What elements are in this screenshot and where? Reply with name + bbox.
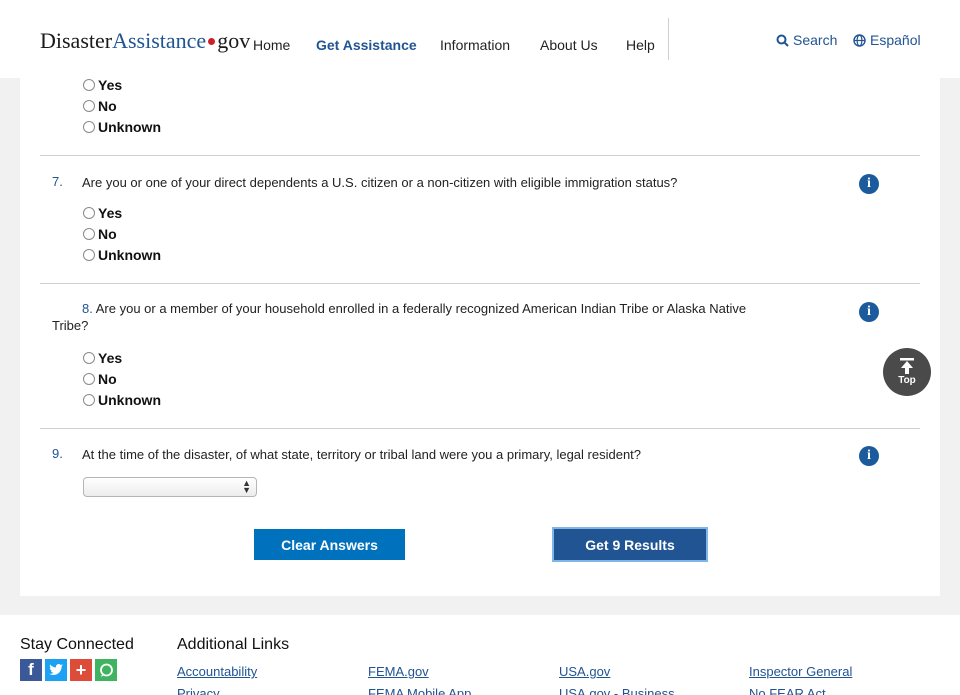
- radio-button[interactable]: [83, 228, 95, 240]
- radio-label: Unknown: [98, 247, 161, 263]
- footer-link-accountability[interactable]: Accountability: [177, 664, 257, 679]
- back-to-top-button[interactable]: Top: [883, 348, 931, 396]
- radio-button[interactable]: [83, 79, 95, 91]
- get-results-button[interactable]: Get 9 Results: [554, 529, 706, 560]
- chat-icon[interactable]: [95, 659, 117, 681]
- select-arrows-icon: ▲ ▼: [242, 478, 251, 495]
- q6-option-unknown[interactable]: Unknown: [83, 119, 161, 135]
- radio-label: No: [98, 371, 117, 387]
- nav-information[interactable]: Information: [440, 37, 510, 53]
- q8-number: 8.: [82, 301, 93, 316]
- q7-info-icon[interactable]: i: [859, 174, 879, 194]
- q6-option-yes[interactable]: Yes: [83, 77, 122, 93]
- footer-link-usa-gov[interactable]: USA.gov: [559, 664, 610, 679]
- site-header: DisasterAssistance gov Home Get Assistanc…: [0, 0, 960, 78]
- footer-link-fema[interactable]: FEMA.gov: [368, 664, 429, 679]
- nav-about-us[interactable]: About Us: [540, 37, 598, 53]
- radio-button[interactable]: [83, 121, 95, 133]
- arrow-up-icon: [900, 358, 914, 374]
- site-logo[interactable]: DisasterAssistance gov: [40, 28, 250, 54]
- twitter-icon[interactable]: [45, 659, 67, 681]
- radio-button[interactable]: [83, 207, 95, 219]
- q6-option-no[interactable]: No: [83, 98, 117, 114]
- logo-text-disaster: Disaster: [40, 28, 113, 53]
- question-divider: [40, 283, 920, 284]
- radio-label: No: [98, 226, 117, 242]
- stay-connected-heading: Stay Connected: [20, 636, 134, 653]
- google-plus-icon[interactable]: +: [70, 659, 92, 681]
- radio-label: Unknown: [98, 119, 161, 135]
- back-to-top-label: Top: [898, 375, 916, 386]
- logo-text-gov: gov: [217, 28, 251, 53]
- nav-get-assistance[interactable]: Get Assistance: [316, 37, 417, 53]
- nav-home[interactable]: Home: [253, 37, 290, 53]
- q8-info-icon[interactable]: i: [859, 302, 879, 322]
- radio-label: Yes: [98, 205, 123, 221]
- footer-link-usa-gov-business[interactable]: USA.gov - Business: [559, 686, 675, 695]
- logo-dot-icon: [208, 38, 216, 46]
- radio-button[interactable]: [83, 249, 95, 261]
- clear-answers-button[interactable]: Clear Answers: [254, 529, 405, 560]
- footer-link-fema-mobile-app[interactable]: FEMA Mobile App: [368, 686, 471, 695]
- radio-button[interactable]: [83, 394, 95, 406]
- question-divider: [40, 155, 920, 156]
- site-footer: [0, 615, 960, 695]
- search-link[interactable]: Search: [776, 32, 837, 48]
- q8-option-no[interactable]: No: [83, 371, 117, 387]
- radio-label: Yes: [98, 350, 123, 366]
- footer-link-no-fear-act[interactable]: No FEAR Act: [749, 686, 826, 695]
- nav-help[interactable]: Help: [626, 37, 655, 53]
- q8-option-unknown[interactable]: Unknown: [83, 392, 161, 408]
- facebook-icon[interactable]: f: [20, 659, 42, 681]
- q9-text: At the time of the disaster, of what sta…: [82, 447, 642, 462]
- language-link[interactable]: Español: [853, 32, 921, 48]
- footer-link-inspector-general[interactable]: Inspector General: [749, 664, 852, 679]
- q7-option-no[interactable]: No: [83, 226, 117, 242]
- radio-label: Yes: [98, 77, 123, 93]
- globe-icon: [853, 34, 866, 47]
- q7-option-yes[interactable]: Yes: [83, 205, 122, 221]
- logo-text-assistance: Assistance: [112, 28, 207, 53]
- language-label: Español: [870, 32, 921, 48]
- radio-button[interactable]: [83, 352, 95, 364]
- state-select[interactable]: ▲ ▼: [83, 477, 257, 497]
- additional-links-heading: Additional Links: [177, 636, 290, 653]
- search-icon: [776, 34, 789, 47]
- q9-number: 9.: [52, 446, 63, 461]
- footer-link-privacy[interactable]: Privacy: [177, 686, 220, 695]
- q8-text: Are you or a member of your household en…: [52, 301, 747, 333]
- q7-number: 7.: [52, 174, 63, 189]
- q7-text: Are you or one of your direct dependents…: [82, 175, 678, 190]
- question-divider: [40, 428, 920, 429]
- q7-option-unknown[interactable]: Unknown: [83, 247, 161, 263]
- search-label: Search: [793, 32, 838, 48]
- q8-option-yes[interactable]: Yes: [83, 350, 122, 366]
- q9-info-icon[interactable]: i: [859, 446, 879, 466]
- radio-button[interactable]: [83, 373, 95, 385]
- radio-button[interactable]: [83, 100, 95, 112]
- radio-label: Unknown: [98, 392, 161, 408]
- radio-label: No: [98, 98, 117, 114]
- q8-question: 8. Are you or a member of your household…: [52, 300, 782, 334]
- nav-divider: [668, 18, 669, 60]
